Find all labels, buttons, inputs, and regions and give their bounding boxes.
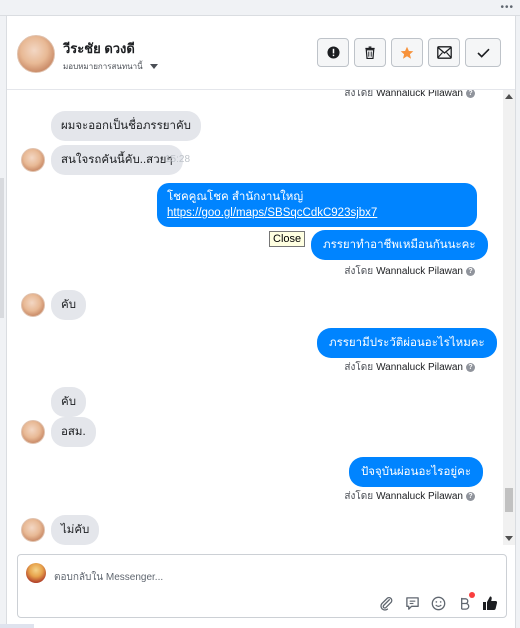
star-button[interactable] [391, 38, 423, 67]
contact-avatar-small [21, 420, 45, 444]
bottom-left-edge [0, 624, 34, 628]
incoming-message[interactable]: ไม่คับ [51, 515, 100, 545]
conversation-panel: วีระชัย ดวงดี มอบหมายการสนทนานี้ ส่งโดย … [6, 16, 516, 628]
incoming-message[interactable]: ผมจะออกเป็นชื่อภรรยาคับ [51, 111, 201, 141]
sender-name: Wannaluck Pilawan [376, 266, 463, 277]
like-icon [483, 596, 498, 610]
attachment-icon [379, 596, 392, 611]
message-timestamp: 15:28 [165, 154, 191, 165]
contact-name[interactable]: วีระชัย ดวงดี [63, 38, 135, 59]
outgoing-message[interactable]: ปัจจุบันผ่อนอะไรอยู่คะ [349, 457, 484, 487]
sent-by-label: ส่งโดย Wannaluck Pilawan ? [344, 90, 475, 101]
sent-by-label: ส่งโดย Wannaluck Pilawan ? [344, 360, 475, 375]
incoming-message[interactable]: อสม. [51, 417, 96, 447]
outgoing-message[interactable]: ภรรยามีประวัติผ่อนอะไรไหมคะ [317, 328, 497, 358]
page-avatar [26, 563, 46, 583]
reply-input[interactable]: ตอบกลับใน Messenger... [54, 570, 163, 585]
assign-label: มอบหมายการสนทนานี้ [63, 62, 143, 71]
incoming-message[interactable]: สนใจรถคันนี้คับ..สวยๆ [51, 145, 183, 175]
more-options-icon[interactable]: ••• [500, 2, 514, 13]
chevron-down-icon [149, 64, 158, 69]
mark-unread-button[interactable] [428, 38, 460, 67]
saved-replies-button[interactable] [404, 595, 420, 611]
report-icon [326, 46, 340, 59]
incoming-message[interactable]: คับ [51, 387, 86, 417]
appointment-icon [460, 597, 469, 610]
composer-tools [378, 592, 498, 611]
help-icon[interactable]: ? [466, 90, 475, 98]
checkmark-icon [476, 48, 490, 58]
delete-button[interactable] [354, 38, 386, 67]
appointment-button[interactable] [456, 592, 475, 611]
window-top-strip: ••• [0, 0, 520, 16]
outgoing-message-location[interactable]: โชคคูณโชค สำนักงานใหญ่ https://goo.gl/ma… [157, 183, 477, 227]
scroll-up-icon[interactable] [505, 94, 513, 99]
sender-name: Wannaluck Pilawan [376, 90, 463, 99]
sent-by-label: ส่งโดย Wannaluck Pilawan ? [344, 489, 475, 504]
header-actions [317, 38, 501, 67]
attach-button[interactable] [378, 595, 394, 611]
mark-unread-icon [436, 46, 452, 59]
contact-avatar-small [21, 293, 45, 317]
help-icon[interactable]: ? [466, 267, 475, 276]
notification-dot [469, 592, 475, 598]
assign-conversation-dropdown[interactable]: มอบหมายการสนทนานี้ [63, 60, 158, 73]
sent-by-label: ส่งโดย Wannaluck Pilawan ? [344, 264, 475, 279]
like-button[interactable] [482, 595, 498, 611]
scrollbar-thumb[interactable] [505, 488, 513, 512]
report-button[interactable] [317, 38, 349, 67]
sender-name: Wannaluck Pilawan [376, 362, 463, 373]
chat-scrollbar[interactable] [503, 90, 515, 545]
emoji-button[interactable] [430, 595, 446, 611]
left-edge-bar [0, 178, 4, 318]
close-tooltip: Close [269, 231, 306, 247]
reply-composer[interactable]: ตอบกลับใน Messenger... [17, 554, 507, 618]
message-thread: ส่งโดย Wannaluck Pilawan ? ผมจะออกเป็นชื… [7, 90, 507, 545]
contact-avatar-small [21, 148, 45, 172]
star-icon [400, 46, 414, 59]
trash-icon [365, 46, 375, 59]
map-link[interactable]: https://goo.gl/maps/SBSqcCdkC923sjbx7 [167, 207, 377, 219]
help-icon[interactable]: ? [466, 492, 475, 501]
help-icon[interactable]: ? [466, 363, 475, 372]
saved-reply-icon [405, 596, 419, 610]
emoji-icon [431, 596, 445, 610]
mark-done-button[interactable] [465, 38, 501, 67]
conversation-header: วีระชัย ดวงดี มอบหมายการสนทนานี้ [7, 16, 515, 90]
contact-avatar[interactable] [17, 35, 55, 73]
scroll-down-icon[interactable] [505, 536, 513, 541]
incoming-message[interactable]: คับ [51, 290, 86, 320]
sender-name: Wannaluck Pilawan [376, 491, 463, 502]
outgoing-message[interactable]: ภรรยาทำอาชีพเหมือนกันนะคะ [311, 230, 488, 260]
contact-avatar-small [21, 518, 45, 542]
message-text: โชคคูณโชค สำนักงานใหญ่ [167, 191, 304, 203]
